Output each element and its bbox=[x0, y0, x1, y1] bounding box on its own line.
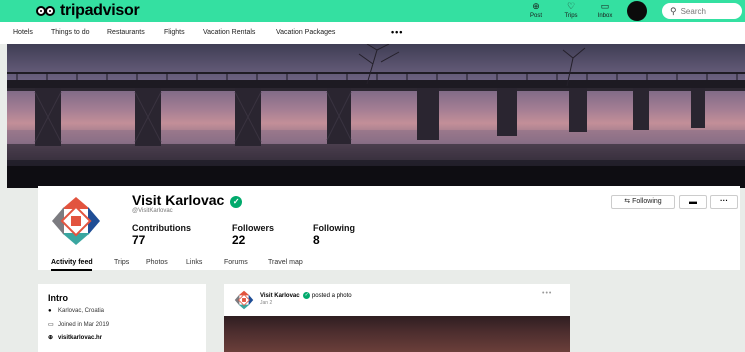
nav-vacation-packages[interactable]: Vacation Packages bbox=[276, 29, 335, 36]
nav-vacation-rentals[interactable]: Vacation Rentals bbox=[203, 29, 255, 36]
bridge-illustration bbox=[7, 44, 745, 188]
inbox-label: Inbox bbox=[597, 13, 613, 19]
search-placeholder: Search bbox=[680, 7, 706, 16]
intro-joined: ▭ Joined in Mar 2019 bbox=[48, 321, 109, 328]
post-menu-icon[interactable]: ••• bbox=[542, 290, 552, 297]
visit-karlovac-logo bbox=[52, 197, 100, 245]
following-button[interactable]: ⇆ Following bbox=[611, 195, 675, 209]
inbox-icon: ▭ bbox=[600, 1, 610, 11]
cover-photo bbox=[7, 44, 745, 188]
post-label: Post bbox=[529, 13, 542, 19]
tab-travel-map[interactable]: Travel map bbox=[268, 259, 303, 266]
inbox-button[interactable]: ▭ Inbox bbox=[590, 1, 620, 21]
post-action: posted a photo bbox=[311, 293, 352, 299]
nav-restaurants[interactable]: Restaurants bbox=[107, 29, 145, 36]
search-icon: ⚲ bbox=[670, 6, 677, 16]
profile-tabs: Activity feed Trips Photos Links Forums … bbox=[38, 253, 740, 271]
calendar-icon: ▭ bbox=[48, 322, 54, 328]
trips-label: Trips bbox=[564, 13, 578, 19]
tab-trips[interactable]: Trips bbox=[114, 259, 129, 266]
more-icon[interactable]: ••• bbox=[391, 27, 403, 37]
tab-links[interactable]: Links bbox=[186, 259, 202, 266]
intro-website-text: visitkarlovac.hr bbox=[58, 335, 103, 341]
active-tab-indicator bbox=[51, 269, 92, 271]
trips-button[interactable]: ♡ Trips bbox=[556, 1, 586, 21]
user-avatar[interactable] bbox=[627, 1, 647, 21]
post-button[interactable]: ⊕ Post bbox=[521, 1, 551, 21]
more-options-button[interactable]: ··· bbox=[710, 195, 738, 209]
location-pin-icon: ● bbox=[48, 308, 52, 314]
profile-handle: @VisitKarlovac bbox=[132, 208, 173, 214]
intro-location: ● Karlovac, Croatia bbox=[48, 308, 104, 314]
tab-photos[interactable]: Photos bbox=[146, 259, 168, 266]
stat-value: 22 bbox=[232, 233, 246, 247]
verified-icon: ✓ bbox=[303, 292, 311, 299]
profile-name: Visit Karlovac ✓ bbox=[132, 192, 243, 208]
intro-joined-text: Joined in Mar 2019 bbox=[58, 322, 110, 328]
intro-title: Intro bbox=[48, 293, 68, 303]
nav-things-to-do[interactable]: Things to do bbox=[51, 29, 90, 36]
message-button[interactable]: ▬ bbox=[679, 195, 707, 209]
following-label: Following bbox=[632, 198, 662, 205]
post-date: Jan 2 bbox=[260, 300, 273, 306]
nav-flights[interactable]: Flights bbox=[164, 29, 185, 36]
search-input[interactable]: ⚲ Search bbox=[662, 3, 742, 19]
profile-name-text: Visit Karlovac bbox=[132, 192, 225, 208]
stat-contributions[interactable]: Contributions 77 bbox=[132, 223, 191, 247]
verified-icon: ✓ bbox=[230, 196, 243, 208]
stat-followers[interactable]: Followers 22 bbox=[232, 223, 274, 247]
brand-name: tripadvisor bbox=[60, 2, 140, 19]
main-nav: Hotels Things to do Restaurants Flights … bbox=[0, 22, 745, 44]
post-author-line: Visit Karlovac ✓ posted a photo bbox=[260, 292, 352, 299]
stat-value: 77 bbox=[132, 233, 146, 247]
stat-value: 8 bbox=[313, 233, 320, 247]
nav-hotels[interactable]: Hotels bbox=[13, 29, 33, 36]
intro-website[interactable]: ⊕ visitkarlovac.hr bbox=[48, 334, 102, 341]
tab-forums[interactable]: Forums bbox=[224, 259, 248, 266]
message-icon: ▬ bbox=[689, 197, 697, 206]
globe-icon: ⊕ bbox=[48, 335, 54, 341]
post-icon: ⊕ bbox=[532, 1, 540, 11]
intro-card: Intro ● Karlovac, Croatia ▭ Joined in Mar … bbox=[38, 284, 206, 352]
ellipsis-icon: ··· bbox=[720, 196, 728, 205]
tripadvisor-logo[interactable]: tripadvisor bbox=[36, 2, 140, 20]
following-icon: ⇆ bbox=[624, 198, 631, 205]
activity-post: Visit Karlovac ✓ posted a photo Jan 2 ••… bbox=[224, 284, 570, 352]
post-author-logo[interactable] bbox=[234, 290, 254, 310]
owl-eyes-icon bbox=[36, 4, 58, 18]
tab-activity-feed[interactable]: Activity feed bbox=[51, 259, 93, 266]
post-author-name[interactable]: Visit Karlovac bbox=[260, 293, 300, 299]
stat-following[interactable]: Following 8 bbox=[313, 223, 355, 247]
top-header: tripadvisor ⊕ Post ♡ Trips ▭ Inbox ⚲ Sear… bbox=[0, 0, 745, 22]
intro-location-text: Karlovac, Croatia bbox=[58, 308, 105, 314]
trips-icon: ♡ bbox=[566, 1, 576, 11]
post-photo[interactable] bbox=[224, 316, 570, 352]
